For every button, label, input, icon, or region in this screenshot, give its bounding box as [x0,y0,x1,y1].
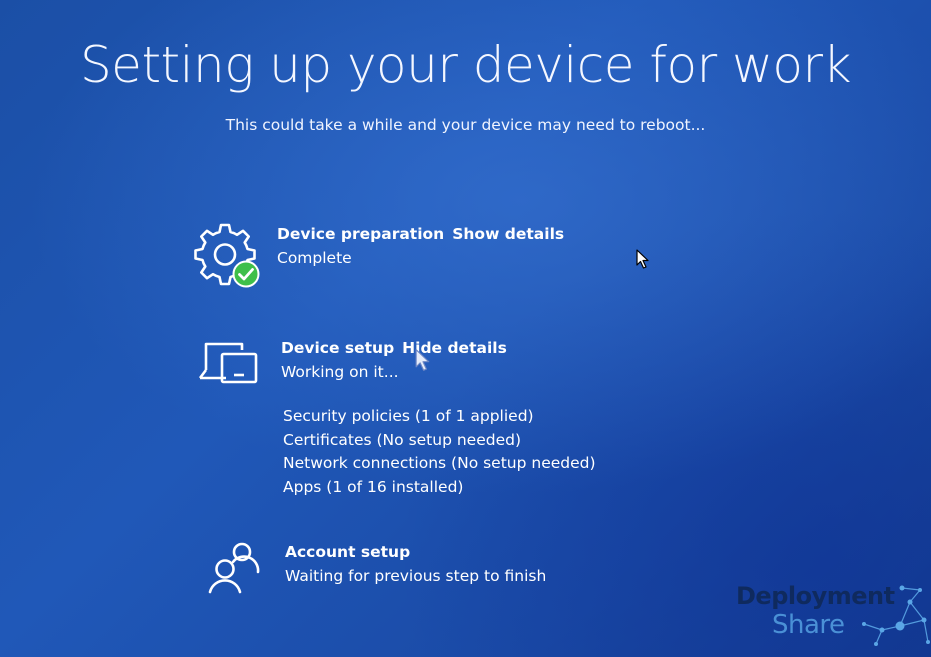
step-status-device-setup: Working on it... [281,363,399,381]
step-title-account-setup: Account setup [285,543,411,561]
hover-pointer-icon [415,348,431,376]
mouse-pointer-icon [636,249,650,273]
detail-security-policies: Security policies (1 of 1 applied) [283,407,534,425]
step-account-setup: Account setup Waiting for previous step … [285,540,546,588]
step-status-device-preparation: Complete [277,249,352,267]
step-device-preparation: Device preparation Show details Complete [277,222,564,270]
gear-with-check-icon [194,221,264,295]
device-setup-details: Security policies (1 of 1 applied) Certi… [283,405,596,499]
step-device-setup: Device setup Hide details Working on it..… [281,336,507,384]
show-details-link[interactable]: Show details [452,225,564,243]
deployment-share-watermark: Deployment Share [730,580,931,657]
detail-certificates: Certificates (No setup needed) [283,430,522,449]
step-status-account-setup: Waiting for previous step to finish [285,567,547,585]
step-title-device-preparation: Device preparation [277,225,445,243]
page-title: Setting up your device for work [79,36,852,94]
step-title-device-setup: Device setup [281,339,395,357]
devices-icon [198,338,260,392]
network-dots-icon [862,585,930,646]
detail-network-connections: Network connections (No setup needed) [283,454,596,472]
watermark-line2: Share [772,610,845,640]
people-icon [206,540,262,600]
detail-apps: Apps (1 of 16 installed) [283,477,464,496]
page-subtitle: This could take a while and your device … [225,116,706,134]
